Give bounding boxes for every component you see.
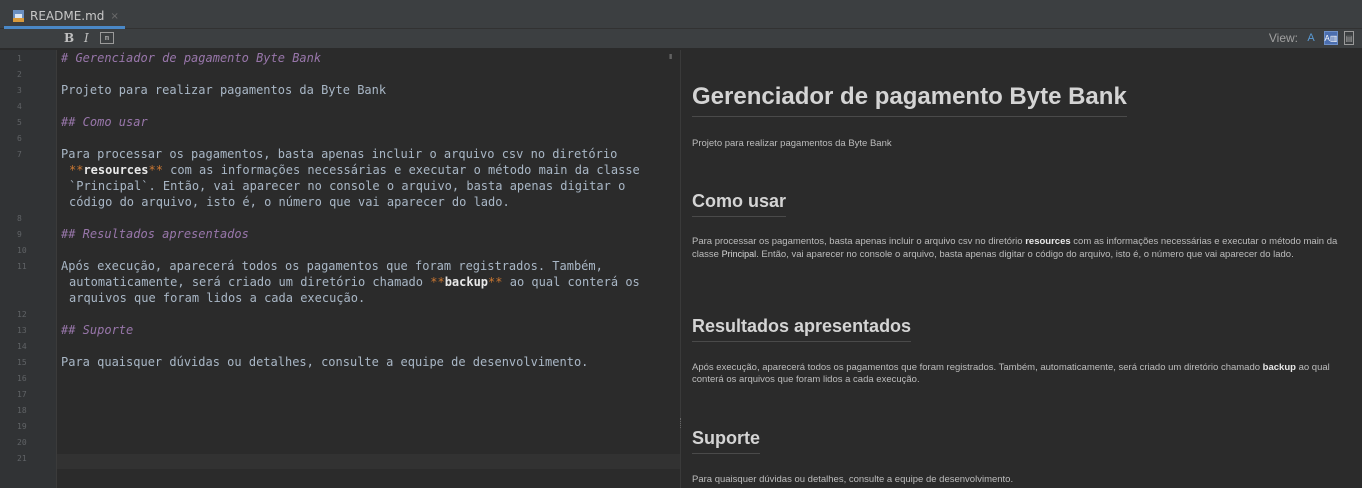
preview-text: Para processar os pagamentos, basta apen… (692, 236, 1026, 247)
caret-line-highlight (57, 454, 680, 469)
line-number: 18 (17, 406, 27, 415)
bold-marker: ** (148, 163, 163, 177)
code-line: Para processar os pagamentos, basta apen… (61, 147, 618, 161)
view-editor-only-button[interactable]: A (1304, 31, 1318, 45)
line-number: 3 (17, 86, 22, 95)
close-icon[interactable]: × (110, 11, 118, 22)
preview-paragraph: Para processar os pagamentos, basta apen… (692, 236, 1342, 261)
preview-paragraph: Projeto para realizar pagamentos da Byte… (692, 138, 892, 149)
preview-paragraph: Após execução, aparecerá todos os pagame… (692, 362, 1342, 386)
preview-heading-2: Suporte (692, 428, 761, 454)
line-number: 4 (17, 102, 22, 111)
italic-button[interactable]: I (84, 31, 89, 45)
bold-button[interactable]: B (64, 31, 74, 45)
heading-text: ## Como usar (61, 115, 148, 129)
heading-text: ## Suporte (61, 323, 134, 337)
line-number-gutter: 1 2 3 4 5 6 7 8 9 10 11 12 13 14 15 16 1… (0, 50, 57, 488)
bold-marker: ** (69, 163, 84, 177)
line-number: 10 (17, 246, 27, 255)
line-number: 14 (17, 342, 27, 351)
view-split-button[interactable]: A▥ (1324, 31, 1338, 45)
bold-text: backup (444, 275, 489, 289)
bold-marker: ** (430, 275, 445, 289)
code-line: automaticamente, será criado um diretóri… (69, 275, 640, 289)
markdown-editor[interactable]: II # Gerenciador de pagamento Byte Bank … (57, 50, 680, 488)
scroll-marker: II (669, 53, 672, 61)
line-number: 19 (17, 422, 27, 431)
line-number: 9 (17, 230, 22, 239)
preview-heading-1: Gerenciador de pagamento Byte Bank (692, 83, 1127, 117)
view-mode-switcher: View: A A▥ ▤ (1269, 31, 1354, 45)
code-line: Após execução, aparecerá todos os pagame… (61, 259, 603, 273)
line-number: 7 (17, 150, 22, 159)
code-line: código do arquivo, isto é, o número que … (69, 195, 510, 209)
code-line: Para quaisquer dúvidas ou detalhes, cons… (61, 355, 589, 369)
preview-text: Após execução, aparecerá todos os pagame… (692, 362, 1263, 373)
tab-label: README.md (30, 9, 105, 23)
line-number: 5 (17, 118, 22, 127)
preview-text: . Então, vai aparecer no console o arqui… (756, 249, 1294, 260)
code-line: **resources** com as informações necessá… (69, 163, 640, 177)
tab-readme[interactable]: README.md × (4, 6, 125, 29)
preview-paragraph: Para quaisquer dúvidas ou detalhes, cons… (692, 474, 1014, 485)
line-number: 16 (17, 374, 27, 383)
preview-inline-code: Principal (721, 249, 757, 259)
code-text: automaticamente, será criado um diretóri… (69, 275, 431, 289)
line-number: 1 (17, 54, 22, 63)
code-line: ## Suporte (61, 323, 133, 337)
editor-tab-bar: README.md × (0, 0, 1362, 29)
code-line: arquivos que foram lidos a cada execução… (69, 291, 366, 305)
line-number: 2 (17, 70, 22, 79)
code-line: ## Como usar (61, 115, 148, 129)
heading-text: # Gerenciador de pagamento Byte Bank (61, 51, 322, 65)
line-number: 8 (17, 214, 22, 223)
splitter-handle[interactable] (680, 418, 683, 428)
markdown-toolbar: B I m View: A A▥ ▤ (0, 29, 1362, 49)
code-line: `Principal`. Então, vai aparecer no cons… (69, 179, 626, 193)
code-text: ao qual conterá os (502, 275, 640, 289)
preview-bold: resources (1025, 236, 1071, 247)
markdown-file-icon (12, 9, 26, 23)
code-line: ## Resultados apresentados (61, 227, 249, 241)
line-number: 13 (17, 326, 27, 335)
bold-text: resources (83, 163, 149, 177)
code-button[interactable]: m (100, 32, 114, 44)
line-number: 12 (17, 310, 27, 319)
code-line: # Gerenciador de pagamento Byte Bank (61, 51, 321, 65)
view-preview-only-button[interactable]: ▤ (1344, 31, 1354, 45)
code-line: Projeto para realizar pagamentos da Byte… (61, 83, 387, 97)
line-number: 11 (17, 262, 27, 271)
line-number: 15 (17, 358, 27, 367)
view-label: View: (1268, 31, 1298, 45)
line-number: 20 (17, 438, 27, 447)
preview-heading-2: Como usar (692, 191, 787, 217)
heading-text: ## Resultados apresentados (61, 227, 249, 241)
preview-bold: backup (1262, 362, 1296, 373)
line-number: 17 (17, 390, 27, 399)
markdown-preview: Gerenciador de pagamento Byte Bank Proje… (680, 50, 1362, 488)
bold-marker: ** (488, 275, 503, 289)
preview-heading-2: Resultados apresentados (692, 316, 912, 342)
line-number: 6 (17, 134, 22, 143)
code-text: com as informações necessárias e executa… (162, 163, 640, 177)
line-number: 21 (17, 454, 27, 463)
